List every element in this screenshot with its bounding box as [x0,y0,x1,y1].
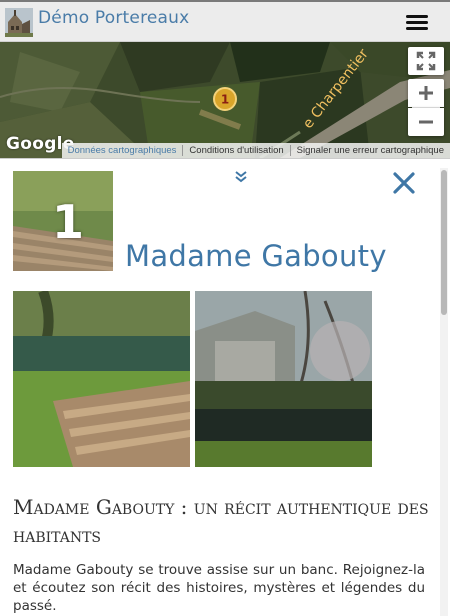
scrollbar-thumb[interactable] [441,170,447,315]
map-data-link[interactable]: Données cartographiques [62,145,183,156]
section-heading: Madame Gabouty : un récit authentique de… [13,495,429,547]
marker-number: 1 [221,93,229,107]
panel-scrollbar[interactable] [440,168,448,616]
hamburger-menu-icon[interactable] [406,15,428,31]
church-logo[interactable] [5,8,33,37]
bench-by-river-photo[interactable] [13,291,190,467]
zoom-in-button[interactable] [408,79,444,107]
zoom-out-button[interactable] [408,108,444,136]
fullscreen-icon [416,51,436,71]
map-view[interactable]: e Charpentier 1 Google Données cartograp… [0,42,450,158]
app-title: Démo Portereaux [38,8,190,28]
plus-icon [419,86,433,100]
poi-title: Madame Gabouty [125,239,387,273]
fullscreen-button[interactable] [408,47,444,75]
description-text: Madame Gabouty se trouve assise sur un b… [13,562,425,614]
double-chevron-down-icon[interactable] [233,169,249,185]
minus-icon [419,120,433,124]
report-error-link[interactable]: Signaler une erreur cartographique [289,145,450,156]
app-header: Démo Portereaux [0,0,450,42]
poi-number: 1 [52,195,85,249]
map-attribution: Données cartographiques Conditions d'uti… [61,143,450,158]
poi-detail-panel: 1 Madame Gabouty Madame Gabouty: un réc… [0,158,450,616]
close-icon[interactable] [392,171,416,195]
terms-link[interactable]: Conditions d'utilisation [182,145,289,156]
river-and-trees-photo[interactable] [195,291,372,467]
map-marker[interactable]: 1 [212,86,238,112]
